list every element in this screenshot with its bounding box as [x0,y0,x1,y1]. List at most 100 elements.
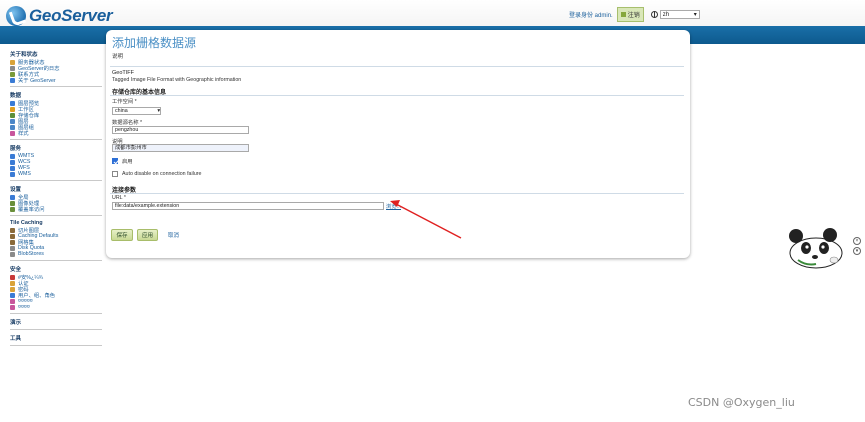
auto-disable-checkbox-row[interactable]: Auto disable on connection failure [112,171,202,177]
enabled-label: 启用 [122,159,133,165]
contact-icon [10,71,15,77]
enabled-checkbox-row[interactable]: 启用 [112,157,133,165]
global-icon [10,194,15,200]
sidebar-divider [10,215,102,216]
sidebar-divider [10,86,102,87]
caching-defaults-icon [10,233,15,239]
sidebar-divider [10,139,102,140]
datasource-name-label: 数据源名称 * [112,120,143,126]
wcs-icon [10,159,15,165]
store-icon [10,112,15,118]
apply-button[interactable]: 应用 [137,229,158,241]
page-title: 添加栅格数据源 [112,36,197,50]
format-description: Tagged Image File Format with Geographic… [112,77,242,83]
sidebar-section-title: 安全 [10,267,22,273]
save-button[interactable]: 保存 [111,229,133,241]
sidebar-item-label: WMS [18,171,31,177]
arrow-line [395,203,462,239]
server-status-icon [10,59,15,65]
sidebar-item[interactable]: BlobStores [10,251,102,257]
sidebar-divider [10,329,102,330]
authentication-icon [10,280,15,286]
tile-layers-icon [10,227,15,233]
sidebar-item[interactable]: WMS [10,171,102,177]
logout-button[interactable]: 注销 [616,7,644,22]
page-description: 说明 [112,54,124,60]
divider [110,66,684,67]
sidebar-section-title: 工具 [10,336,22,342]
workspace-select[interactable]: china ▾ [112,107,161,115]
sidebar-divider [10,313,102,314]
image-processing-icon [10,200,15,206]
sidebar-section-title: 服务 [10,146,22,152]
style-icon [10,130,15,136]
annotation-arrow [390,200,462,239]
sidebar-item-label: BlobStores [18,251,44,257]
sidebar-item[interactable]: 关于 GeoServer [10,77,102,84]
log-icon [10,65,15,71]
sidebar-item[interactable]: 样式 [10,130,102,137]
layer-group-icon [10,124,15,130]
chevron-down-icon: ▾ [693,12,697,18]
users-icon [10,292,15,298]
url-label: URL * [112,195,126,201]
auto-disable-label: Auto disable on connection failure [122,171,202,177]
login-area: 登录身份 admin. 注销 zh ▾ [569,7,700,22]
geoserver-logo-icon [6,6,26,26]
wfs-icon [10,165,15,171]
layer-preview-icon [10,100,15,106]
sidebar-divider [10,345,102,346]
cancel-link[interactable]: 取消 [168,231,179,239]
globe-icon [650,11,658,18]
sidebar-item-label: 覆盖率访问 [18,207,45,213]
wmts-icon [10,153,15,159]
watermark: CSDN @Oxygen_liu [688,396,795,409]
workspace-icon [10,106,15,112]
layer-icon [10,118,15,124]
chevron-down-icon[interactable]: ▾ [853,247,861,255]
divider [110,95,684,96]
blobstores-icon [10,251,15,257]
sidebar-item[interactable]: ¤¤¤¤ [10,304,102,310]
language-select[interactable]: zh ▾ [659,10,700,19]
enabled-checkbox[interactable] [112,158,118,164]
logout-icon [620,12,626,17]
datasource-name-input[interactable]: pengzhou [112,126,249,134]
passwords-icon [10,286,15,292]
sidebar-section-title: 数据 [10,93,22,99]
panda-mascot-image[interactable] [786,226,844,270]
description-input[interactable]: 成都市彭州市 [112,144,249,152]
login-status: 登录身份 admin. [569,13,613,19]
logout-label: 注销 [627,13,640,19]
sidebar-item[interactable]: 覆盖率访问 [10,206,102,213]
sidebar-section-title: 设置 [10,187,22,193]
sidebar-divider [10,180,102,181]
disk-quota-icon [10,245,15,251]
gridsets-icon [10,239,15,245]
divider [110,193,684,194]
mascot-controls: × ▾ [853,237,861,255]
app-name: GeoServer [29,6,113,25]
language-value: zh [662,11,670,18]
sidebar-item-label: ¤¤¤¤ [18,304,30,310]
geoserver-logo[interactable]: GeoServer [6,6,113,26]
sidebar: 关于和状态 服务器状态 GeoServer的日志 联系方式 关于 GeoServer 数据… [10,46,102,348]
services-security-icon [10,304,15,310]
data-security-icon [10,298,15,304]
wms-icon [10,171,15,177]
sidebar-divider [10,260,102,261]
format-name: GeoTIFF [112,70,135,76]
sidebar-section-title: 演示 [10,320,22,326]
close-icon[interactable]: × [853,237,861,245]
workspace-label: 工作空间 * [112,99,137,105]
url-input[interactable]: file:data/example.extension [112,202,384,210]
workspace-value: china [115,108,128,114]
sidebar-item-label: 关于 GeoServer [18,78,56,84]
sidebar-item-label: 样式 [18,131,29,137]
auto-disable-checkbox[interactable] [112,171,118,177]
security-settings-icon [10,274,15,280]
coverage-access-icon [10,206,15,212]
sidebar-section-title: 关于和状态 [10,52,38,58]
about-icon [10,77,15,83]
language-selector[interactable]: zh ▾ [650,10,700,19]
